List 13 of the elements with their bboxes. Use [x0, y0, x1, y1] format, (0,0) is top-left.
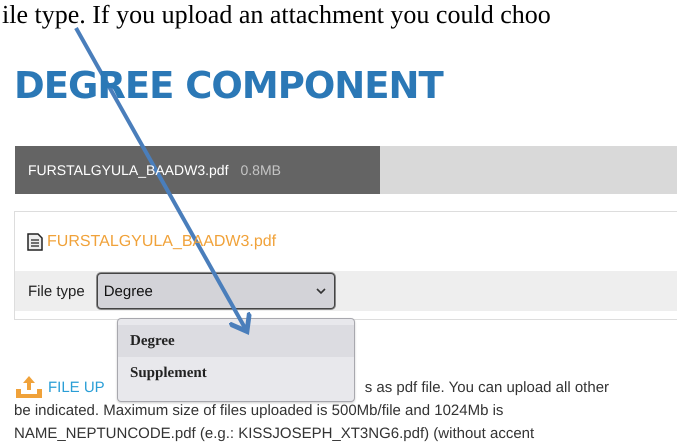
- upload-icon: [14, 375, 44, 399]
- caret-icon: [316, 288, 326, 294]
- upload-title: FILE UP: [48, 378, 105, 398]
- dropdown-option[interactable]: Degree: [118, 325, 354, 357]
- file-size: 0.8MB: [240, 162, 281, 178]
- upload-text: s as pdf file. You can upload all other: [364, 378, 610, 398]
- document-icon: [27, 232, 43, 250]
- file-type-label: File type: [28, 282, 85, 300]
- upload-text: be indicated. Maximum size of files uploaded is 500Mb/file and 1024Mb is: [14, 401, 504, 421]
- upload-text: NAME_NEPTUNCODE.pdf (e.g.: KISSJOSEPH_XT3NG6.pdf) (without accent: [14, 424, 536, 443]
- document-text: ile type. If you upload an attachment you could choo: [1, 0, 551, 30]
- dropdown-option[interactable]: Supplement: [118, 357, 354, 389]
- file-type-select[interactable]: Degree: [96, 273, 335, 309]
